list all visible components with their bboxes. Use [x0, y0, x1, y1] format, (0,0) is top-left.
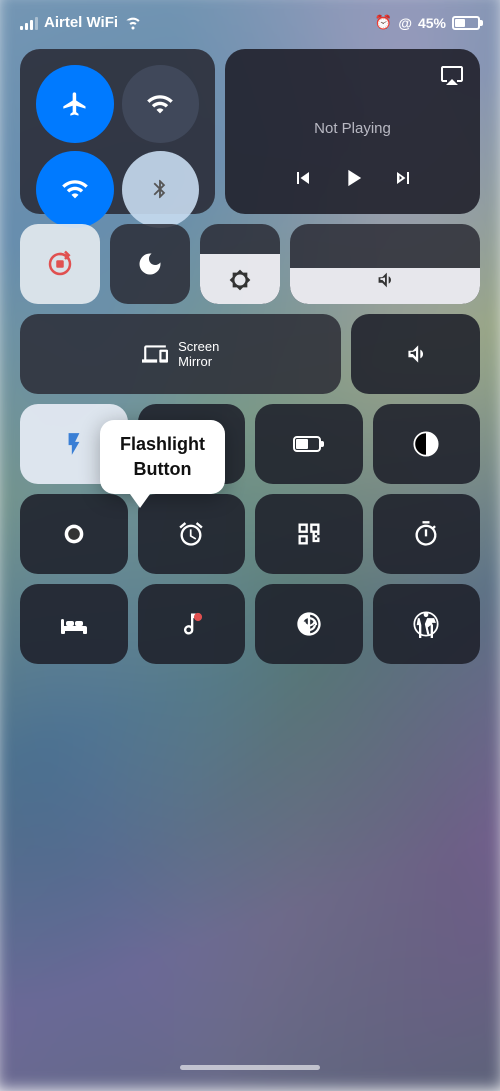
grayscale-button[interactable] [373, 404, 481, 484]
row-record [20, 494, 480, 574]
volume-slider[interactable] [290, 224, 480, 304]
bluetooth-button[interactable] [122, 151, 200, 229]
volume-row3-icon [403, 341, 429, 367]
home-indicator[interactable] [180, 1065, 320, 1070]
music-recognition-button[interactable] [138, 584, 246, 664]
row-screen-mirror: ScreenMirror [20, 314, 480, 394]
timer-button[interactable] [373, 494, 481, 574]
play-button[interactable] [339, 164, 367, 198]
music-icon [177, 610, 205, 638]
battery-percent: 45% [418, 15, 446, 31]
screen-mirror-button[interactable]: ScreenMirror [20, 314, 341, 394]
now-playing-title: Not Playing [314, 120, 391, 137]
connectivity-panel [20, 49, 215, 214]
carrier-label: Airtel WiFi [44, 14, 118, 31]
location-icon: @ [398, 15, 412, 31]
accessibility-button[interactable] [373, 584, 481, 664]
brightness-slider[interactable] [200, 224, 280, 304]
moon-icon [136, 250, 164, 278]
cellular-icon [146, 90, 174, 118]
airplane-icon [61, 90, 89, 118]
signal-bars-icon [20, 16, 38, 30]
battery-button[interactable] [255, 404, 363, 484]
cellular-data-button[interactable] [122, 65, 200, 143]
row-2 [20, 224, 480, 304]
bluetooth-icon [149, 178, 171, 200]
status-left: Airtel WiFi [20, 14, 142, 31]
rotation-lock-icon [45, 249, 75, 279]
screen-record-button[interactable] [20, 494, 128, 574]
rotation-lock-button[interactable] [20, 224, 100, 304]
brightness-icon [229, 269, 251, 291]
airplay-icon[interactable] [440, 63, 464, 93]
shazam-icon [295, 610, 323, 638]
tooltip-title: Flashlight [120, 434, 205, 454]
battery-indicator [452, 16, 480, 30]
do-not-disturb-button[interactable] [110, 224, 190, 304]
row-flashlight [20, 404, 480, 484]
timer-icon [412, 520, 440, 548]
airplane-mode-button[interactable] [36, 65, 114, 143]
screen-mirror-label: ScreenMirror [178, 339, 219, 369]
alarm-button[interactable] [138, 494, 246, 574]
record-icon [60, 520, 88, 548]
volume-icon [374, 269, 396, 291]
now-playing-panel[interactable]: Not Playing [225, 49, 480, 214]
wifi-icon [61, 175, 89, 203]
alarm-icon: ⏰ [375, 14, 392, 31]
row-sleep [20, 584, 480, 664]
rewind-button[interactable] [291, 166, 315, 196]
wifi-status-icon [124, 16, 142, 30]
wifi-button[interactable] [36, 151, 114, 229]
volume-btn-row3[interactable] [351, 314, 480, 394]
np-top [241, 63, 464, 93]
grayscale-icon [412, 430, 440, 458]
tooltip-subtitle: Button [134, 459, 192, 479]
fast-forward-button[interactable] [391, 166, 415, 196]
qr-icon [295, 520, 323, 548]
now-playing-controls [291, 164, 415, 198]
bed-icon [59, 610, 89, 638]
row-connectivity-nowplaying: Not Playing [20, 49, 480, 214]
shazam-button[interactable] [255, 584, 363, 664]
control-center: Not Playing [0, 39, 500, 1080]
status-right: ⏰ @ 45% [375, 14, 480, 31]
qr-scanner-button[interactable] [255, 494, 363, 574]
alarm-icon [177, 520, 205, 548]
sleep-button[interactable] [20, 584, 128, 664]
battery-status-icon [293, 431, 325, 457]
flashlight-icon [61, 431, 87, 457]
screen-mirror-icon [142, 341, 168, 367]
status-bar: Airtel WiFi ⏰ @ 45% [0, 0, 500, 39]
accessibility-icon [412, 610, 440, 638]
flashlight-tooltip: Flashlight Button [100, 420, 225, 494]
